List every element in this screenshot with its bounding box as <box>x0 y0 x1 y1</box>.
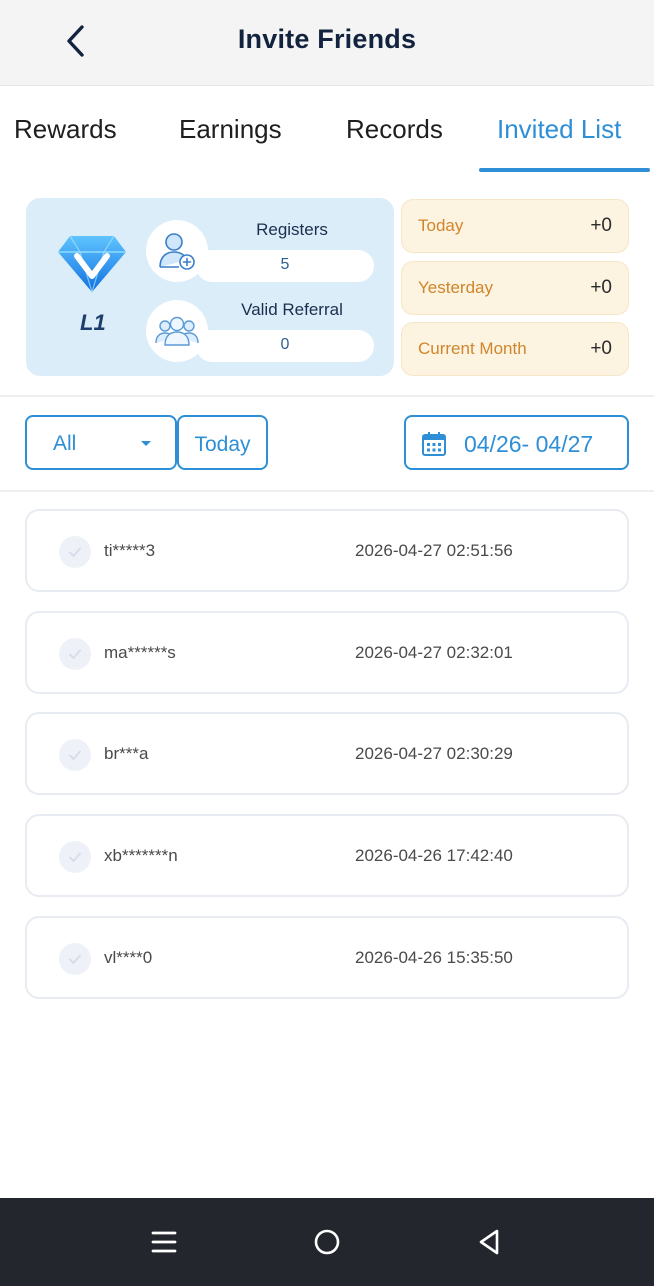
date-range-picker[interactable]: 04/26- 04/27 <box>404 415 629 470</box>
tab-bar: Rewards Earnings Records Invited List <box>0 88 654 174</box>
filter-dropdown[interactable]: All <box>25 415 177 470</box>
tab-records[interactable]: Records <box>346 114 443 145</box>
invite-time: 2026-04-27 02:32:01 <box>355 643 513 662</box>
check-icon <box>59 536 91 568</box>
level-stats-card: L1 Registers 5 Valid Referral 0 <box>26 198 394 376</box>
system-back-button[interactable] <box>469 1224 509 1260</box>
caret-down-icon <box>141 441 151 446</box>
list-item[interactable]: br***a 2026-04-27 02:30:29 <box>25 712 629 795</box>
list-item[interactable]: ti*****3 2026-04-27 02:51:56 <box>25 509 629 592</box>
valid-referral-label: Valid Referral <box>241 300 343 319</box>
list-item[interactable]: vl****0 2026-04-26 15:35:50 <box>25 916 629 999</box>
period-card-current-month: Current Month +0 <box>401 322 629 376</box>
section-divider <box>0 395 654 397</box>
top-bar: Invite Friends <box>0 0 654 86</box>
period-label: Yesterday <box>418 278 493 297</box>
home-circle-icon <box>314 1229 340 1255</box>
invitee-name: xb*******n <box>104 846 178 865</box>
period-value: +0 <box>590 215 612 236</box>
period-card-yesterday: Yesterday +0 <box>401 261 629 315</box>
today-filter-button[interactable]: Today <box>177 415 268 470</box>
invitee-name: ti*****3 <box>104 541 156 560</box>
invite-time: 2026-04-26 15:35:50 <box>355 948 513 967</box>
calendar-icon <box>422 432 446 456</box>
period-label: Today <box>418 216 464 235</box>
page-title: Invite Friends <box>237 24 417 54</box>
valid-referral-stat: Valid Referral 0 <box>146 300 374 362</box>
list-item[interactable]: ma******s 2026-04-27 02:32:01 <box>25 611 629 694</box>
period-label: Current Month <box>418 339 527 358</box>
invitee-name: ma******s <box>104 643 176 662</box>
diamond-icon <box>58 235 126 295</box>
invite-time: 2026-04-27 02:51:56 <box>355 541 513 560</box>
menu-icon <box>151 1231 177 1253</box>
recent-apps-button[interactable] <box>144 1224 184 1260</box>
level-label: L1 <box>80 310 106 335</box>
registers-stat: Registers 5 <box>146 220 374 282</box>
today-filter-label: Today <box>194 433 251 456</box>
tab-rewards[interactable]: Rewards <box>14 114 117 145</box>
check-icon <box>59 841 91 873</box>
date-range-label: 04/26- 04/27 <box>464 431 594 457</box>
home-button[interactable] <box>307 1224 347 1260</box>
period-value: +0 <box>590 277 612 298</box>
period-card-today: Today +0 <box>401 199 629 253</box>
filter-dropdown-value: All <box>53 432 77 455</box>
section-divider <box>0 490 654 492</box>
tab-earnings[interactable]: Earnings <box>179 114 282 145</box>
check-icon <box>59 638 91 670</box>
system-nav-bar <box>0 1198 654 1286</box>
invite-time: 2026-04-27 02:30:29 <box>355 744 513 763</box>
registers-label: Registers <box>256 220 328 239</box>
active-tab-indicator <box>479 168 650 172</box>
check-icon <box>59 739 91 771</box>
invite-time: 2026-04-26 17:42:40 <box>355 846 513 865</box>
registers-value: 5 <box>280 256 290 273</box>
valid-referral-value: 0 <box>280 336 290 353</box>
check-icon <box>59 943 91 975</box>
list-item[interactable]: xb*******n 2026-04-26 17:42:40 <box>25 814 629 897</box>
invitee-name: vl****0 <box>104 948 153 967</box>
period-value: +0 <box>590 338 612 359</box>
tab-invited-list[interactable]: Invited List <box>497 114 621 145</box>
invitee-name: br***a <box>104 744 149 763</box>
back-triangle-icon <box>479 1229 499 1255</box>
users-group-icon <box>155 316 199 346</box>
add-user-icon <box>159 233 195 270</box>
